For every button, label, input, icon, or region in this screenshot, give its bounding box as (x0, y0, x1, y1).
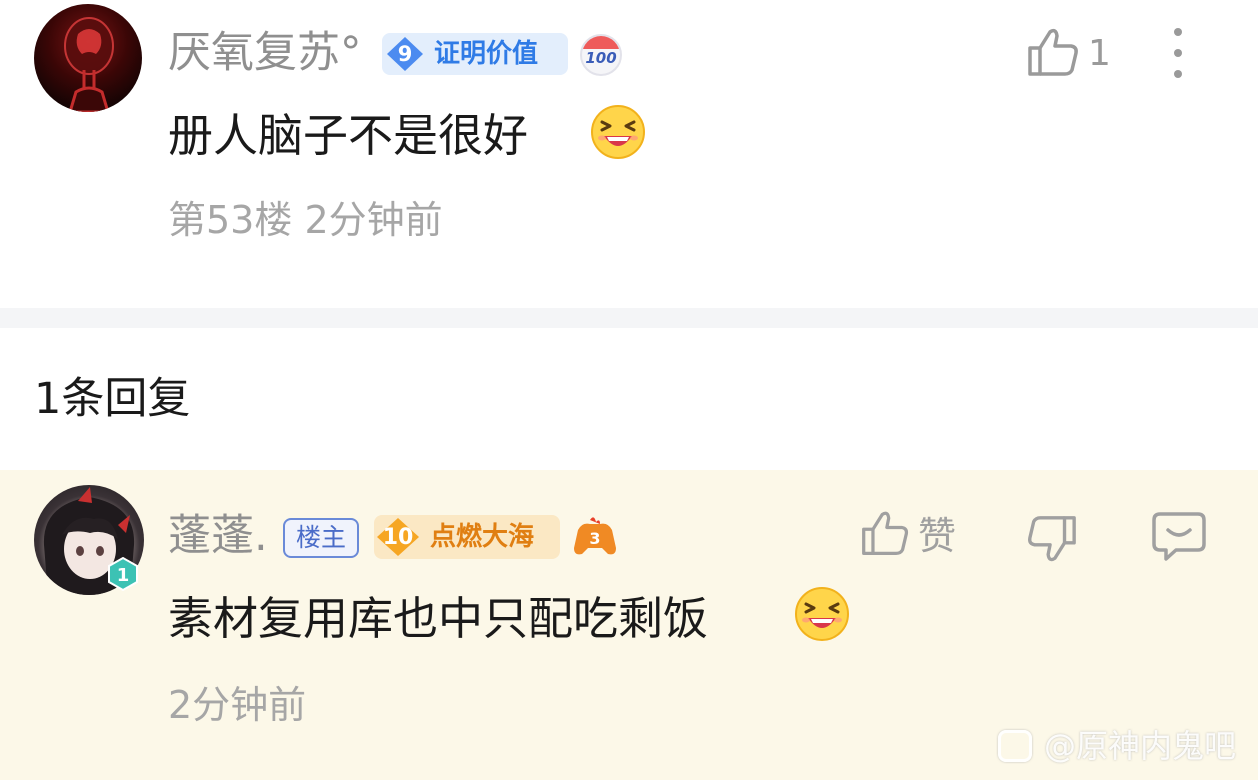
like-count: 1 (1088, 33, 1111, 74)
reply-thumbs-up-icon[interactable] (860, 508, 910, 558)
user-avatar[interactable] (34, 4, 142, 112)
reply-username[interactable]: 蓬蓬. (168, 515, 268, 558)
svg-text:3: 3 (589, 529, 600, 548)
section-divider (0, 308, 1258, 328)
level-badge[interactable]: 9 证明价值 (382, 33, 568, 75)
watermark: @原神内鬼吧 (998, 724, 1248, 768)
thumbs-up-icon[interactable] (1026, 26, 1080, 78)
username[interactable]: 厌氧复苏° (168, 32, 362, 75)
reply-level-badge[interactable]: 10 点燃大海 (374, 515, 560, 559)
thumbs-down-icon[interactable] (1026, 512, 1078, 566)
tieba-logo-icon (998, 730, 1032, 762)
reply-text: 素材复用库也中只配吃剩饭 (168, 592, 709, 645)
floor-number: 第53楼 (168, 198, 293, 242)
post-time: 2分钟前 (304, 198, 443, 242)
op-tag: 楼主 (283, 518, 359, 558)
reply-bubble-icon[interactable] (1152, 510, 1206, 562)
more-vertical-icon[interactable] (1166, 26, 1190, 82)
reply-level-number: 10 (382, 524, 414, 550)
watermark-text: @原神内鬼吧 (1044, 727, 1237, 765)
like-label[interactable]: 赞 (918, 517, 956, 555)
gamepad-fire-icon[interactable]: 3 (572, 516, 618, 558)
level-hexagon-icon: 1 (106, 556, 140, 592)
reply-time: 2分钟前 (168, 683, 307, 727)
badge-100-number: 100 (585, 49, 617, 67)
reply-badge-label: 点燃大海 (430, 522, 535, 552)
laughing-emoji-icon (795, 587, 849, 641)
avatar-level-number: 1 (117, 565, 130, 586)
floor-time-meta: 第53楼 2分钟前 (168, 201, 443, 239)
badge-label: 证明价值 (434, 39, 539, 69)
calendar-100-icon[interactable]: 100 (580, 34, 622, 76)
laughing-emoji-icon (591, 105, 645, 159)
comment-text: 册人脑子不是很好 (168, 109, 529, 162)
level-number: 9 (397, 42, 413, 66)
reply-count-heading: 1条回复 (34, 374, 191, 424)
